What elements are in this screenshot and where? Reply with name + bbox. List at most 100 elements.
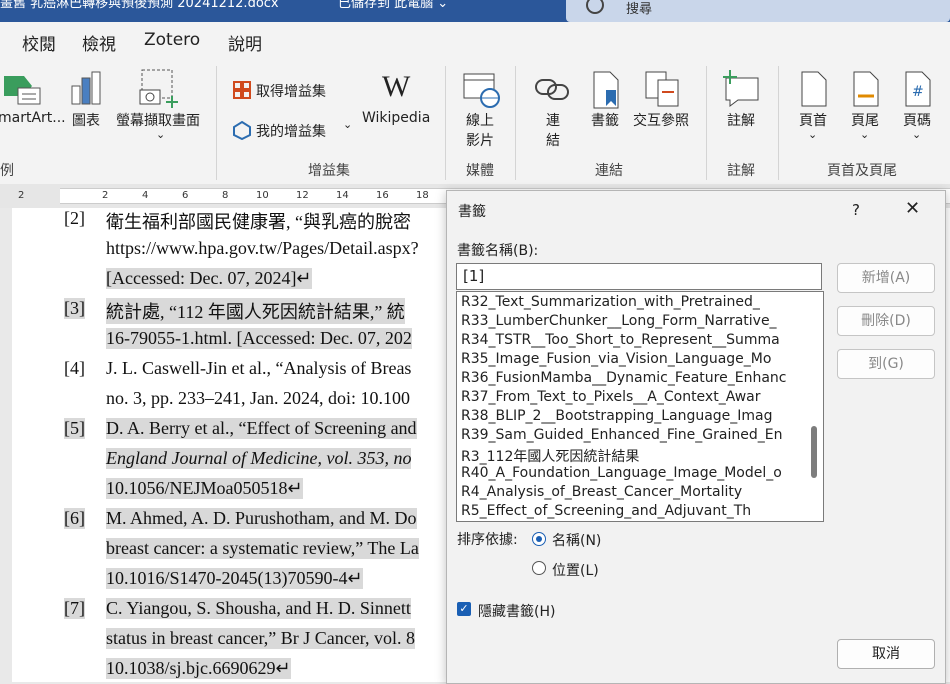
document-title: 畫舊 乳癌淋巴轉移與預後預測 20241212.docx <box>0 0 279 11</box>
list-item[interactable]: R4_Analysis_of_Breast_Cancer_Mortality <box>461 484 742 500</box>
reference-line: status in breast cancer,” Br J Cancer, v… <box>106 628 415 649</box>
header-label: 頁首 <box>799 113 827 129</box>
tab-help[interactable]: 說明 <box>228 30 262 55</box>
footer-icon <box>853 71 879 107</box>
chevron-down-icon: ⌄ <box>156 128 166 141</box>
ruler-tick: 6 <box>182 190 189 201</box>
bookmark-list[interactable]: R32_Text_Summarization_with_Pretrained_ … <box>456 291 824 522</box>
smartart-label: martArt... <box>0 110 66 126</box>
hidden-bookmarks-checkbox[interactable]: ✓ <box>457 602 471 616</box>
link-label-2: 結 <box>546 133 560 149</box>
bookmark-icon <box>593 71 619 109</box>
reference-number: [5] <box>64 418 85 439</box>
reference-number: [3] <box>64 298 85 319</box>
chevron-down-icon: ⌄ <box>912 128 922 141</box>
reference-line: 統計處, “112 年國人死因統計結果,” 統 <box>106 298 405 324</box>
online-video-label-1: 線上 <box>466 113 494 129</box>
wikipedia-label: Wikipedia <box>362 110 431 126</box>
list-item[interactable]: R32_Text_Summarization_with_Pretrained_ <box>461 294 760 310</box>
bookmark-dialog: 書籤 ? ✕ 書籤名稱(B): [1] R32_Text_Summarizati… <box>446 190 946 684</box>
add-button[interactable]: 新增(A) <box>837 263 935 293</box>
cancel-button[interactable]: 取消 <box>837 639 935 669</box>
hidden-bookmarks-label[interactable]: 隱藏書籤(H) <box>478 601 555 621</box>
my-addins-label: 我的增益集 <box>256 124 326 140</box>
sort-by-location-radio[interactable] <box>532 561 546 575</box>
group-separator <box>216 66 217 180</box>
svg-text:#: # <box>912 84 924 100</box>
footer-label: 頁尾 <box>851 113 879 129</box>
comment-icon <box>723 70 759 107</box>
link-label-1: 連 <box>546 113 560 129</box>
ruler-tick: 18 <box>416 190 429 201</box>
reference-number: [4] <box>64 358 85 378</box>
ruler-tick: 8 <box>222 190 229 201</box>
reference-line: 10.1038/sj.bjc.6690629↵ <box>106 658 291 679</box>
list-item[interactable]: R37_From_Text_to_Pixels__A_Context_Awar <box>461 389 761 405</box>
reference-number: [2] <box>64 208 85 228</box>
tab-review[interactable]: 校閱 <box>22 30 56 55</box>
reference-line: https://www.hpa.gov.tw/Pages/Detail.aspx… <box>106 238 419 258</box>
chart-label: 圖表 <box>72 113 100 129</box>
reference-number: [7] <box>64 598 85 619</box>
title-bar: 畫舊 乳癌淋巴轉移與預後預測 20241212.docx 已儲存到 此電腦 ⌄ … <box>0 0 950 22</box>
list-scrollbar-thumb[interactable] <box>811 426 817 478</box>
close-icon[interactable]: ✕ <box>905 198 920 219</box>
ruler-tick: 12 <box>296 190 309 201</box>
tab-view[interactable]: 檢視 <box>82 30 116 55</box>
group-separator <box>515 66 516 180</box>
sort-by-location-label[interactable]: 位置(L) <box>552 560 599 580</box>
reference-line: 16-79055-1.html. [Accessed: Dec. 07, 202 <box>106 328 412 349</box>
screenshot-label: 螢幕擷取畫面 <box>116 113 200 129</box>
cross-reference-label: 交互參照 <box>633 113 689 129</box>
group-comments-label: 註解 <box>727 163 755 179</box>
group-separator <box>706 66 707 180</box>
bookmark-name-input[interactable]: [1] <box>456 263 822 290</box>
group-header-footer-label: 頁首及頁尾 <box>827 163 897 179</box>
chevron-down-icon: ⌄ <box>343 118 353 131</box>
list-item[interactable]: R35_Image_Fusion_via_Vision_Language_Mo <box>461 351 771 367</box>
ribbon-tabs: 校閱 檢視 Zotero 說明 <box>0 22 950 60</box>
list-item[interactable]: R39_Sam_Guided_Enhanced_Fine_Grained_En <box>461 427 782 443</box>
reference-line: D. A. Berry et al., “Effect of Screening… <box>106 418 417 439</box>
list-item[interactable]: R33_LumberChunker__Long_Form_Narrative_ <box>461 313 777 329</box>
group-separator <box>445 66 446 180</box>
page-number-icon: # <box>905 71 931 107</box>
group-media-label: 媒體 <box>466 163 494 179</box>
ruler-tick: 2 <box>18 190 25 201</box>
sort-by-label: 排序依據: <box>457 532 518 548</box>
list-item[interactable]: R36_FusionMamba__Dynamic_Feature_Enhanc <box>461 370 786 386</box>
goto-button[interactable]: 到(G) <box>837 349 935 379</box>
reference-line: 衛生福利部國民健康署, “與乳癌的脫密 <box>106 212 411 232</box>
tab-zotero[interactable]: Zotero <box>144 30 200 50</box>
sort-by-name-label[interactable]: 名稱(N) <box>552 530 601 550</box>
reference-line: 10.1056/NEJMoa050518↵ <box>106 478 303 499</box>
list-item[interactable]: R38_BLIP_2__Bootstrapping_Language_Imag <box>461 408 773 424</box>
save-status[interactable]: 已儲存到 此電腦 ⌄ <box>338 0 448 11</box>
list-item[interactable]: R3_112年國人死因統計結果 <box>461 446 639 466</box>
list-item[interactable]: R5_Effect_of_Screening_and_Adjuvant_Th <box>461 503 751 519</box>
ruler-tick: 2 <box>102 190 109 201</box>
dialog-title: 書籤 <box>458 204 486 220</box>
group-separator <box>778 66 779 180</box>
help-button[interactable]: ? <box>852 201 860 219</box>
bookmark-label: 書籤 <box>591 113 619 129</box>
ruler-tick: 14 <box>336 190 349 201</box>
wikipedia-icon: W <box>382 70 411 103</box>
list-item[interactable]: R40_A_Foundation_Language_Image_Model_o <box>461 465 782 481</box>
ruler-tick: 4 <box>142 190 149 201</box>
link-icon <box>535 79 569 100</box>
ruler-tick: 16 <box>376 190 389 201</box>
search-placeholder: 搜尋 <box>626 2 653 17</box>
sort-by-name-radio[interactable] <box>532 532 546 546</box>
video-icon <box>463 73 500 108</box>
search-box[interactable]: 搜尋 <box>566 0 950 22</box>
reference-line: 10.1016/S1470-2045(13)70590-4↵ <box>106 568 363 589</box>
delete-button[interactable]: 刪除(D) <box>837 306 935 336</box>
chevron-down-icon: ⌄ <box>860 128 870 141</box>
reference-line: [Accessed: Dec. 07, 2024]↵ <box>106 268 312 289</box>
group-links-label: 連結 <box>595 163 623 179</box>
list-item[interactable]: R34_TSTR__Too_Short_to_Represent__Summa <box>461 332 780 348</box>
reference-line: breast cancer: a systematic review,” The… <box>106 538 419 559</box>
smartart-icon <box>4 76 41 105</box>
chart-icon <box>71 71 101 105</box>
